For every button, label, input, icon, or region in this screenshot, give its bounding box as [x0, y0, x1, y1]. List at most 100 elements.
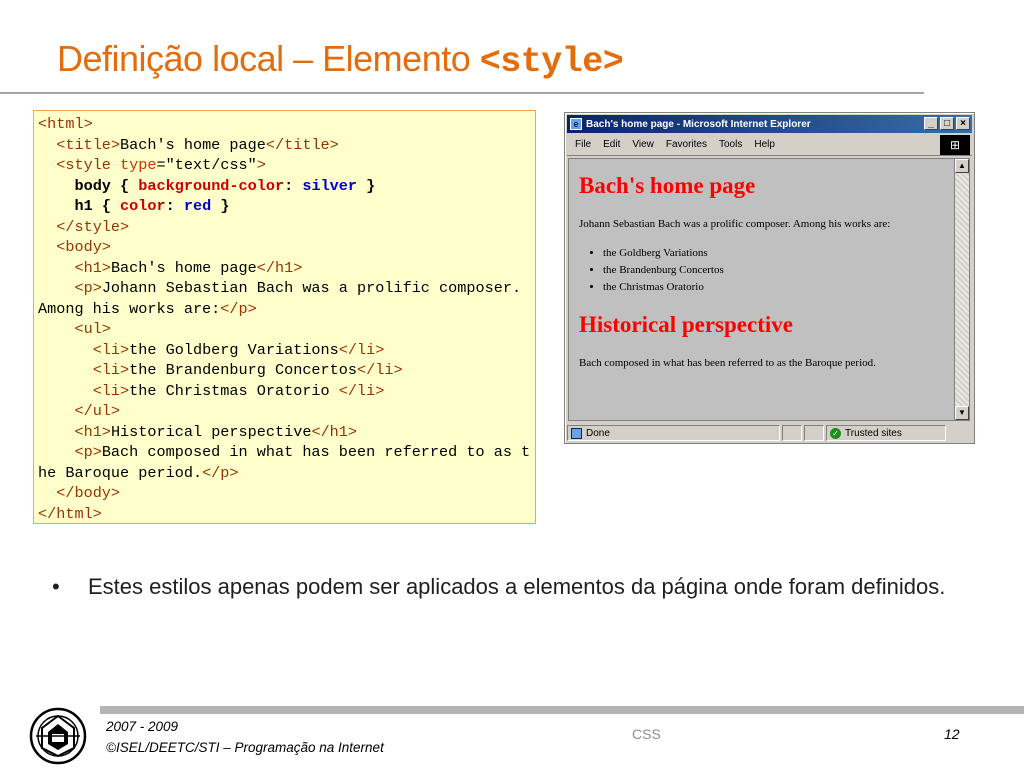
code-listing: <html> <title>Bach's home page</title> <…: [33, 110, 536, 524]
footer-credits: 2007 - 2009 ©ISEL/DEETC/STI – Programaçã…: [106, 716, 384, 758]
menu-favorites[interactable]: Favorites: [660, 139, 713, 150]
page-heading-2: Historical perspective: [579, 312, 793, 337]
works-list: the Goldberg Variations the Brandenburg …: [603, 245, 944, 296]
code-tag: </p>: [220, 299, 257, 318]
code-line: <ul>: [38, 319, 531, 340]
code-line: h1 { color: red }: [74, 197, 230, 215]
code-tag: <p>: [74, 443, 102, 461]
code-text: the Christmas Oratorio: [129, 381, 339, 400]
css-selector: body: [74, 176, 111, 195]
code-tag: </h1>: [311, 422, 358, 441]
code-line: <li>the Christmas Oratorio </li>: [38, 381, 531, 402]
code-line: body { background-color: silver }: [74, 176, 376, 195]
code-text: the Brandenburg Concertos: [129, 361, 358, 379]
menu-help[interactable]: Help: [748, 139, 781, 150]
code-line: </style>: [38, 217, 531, 238]
menu-view[interactable]: View: [626, 139, 660, 150]
code-tag: <li>: [92, 361, 130, 379]
bullet-point: • Estes estilos apenas podem ser aplicad…: [52, 570, 982, 603]
status-zone: ✓ Trusted sites: [826, 425, 946, 441]
code-tag: <h1>: [74, 258, 111, 277]
code-line: </html>: [38, 504, 531, 525]
scroll-down-arrow-icon[interactable]: ▼: [955, 406, 969, 420]
code-line: <h1>Bach's home page</h1>: [38, 258, 531, 279]
slide-title-text: Definição local – Elemento: [57, 38, 480, 79]
vertical-scrollbar[interactable]: ▲ ▼: [954, 158, 970, 421]
browser-page-content: Bach's home page Johann Sebastian Bach w…: [568, 158, 954, 421]
status-done-text: Done: [586, 427, 610, 439]
bullet-marker: •: [52, 574, 60, 599]
menu-tools[interactable]: Tools: [713, 139, 748, 150]
menu-edit[interactable]: Edit: [597, 139, 626, 150]
page-done-icon: [571, 427, 582, 439]
footer-course: ©ISEL/DEETC/STI – Programação na Interne…: [106, 740, 384, 755]
code-text: Bach's home page: [110, 258, 257, 277]
code-tag: <p>: [74, 279, 102, 297]
code-line: <p>Johann Sebastian Bach was a prolific …: [38, 278, 531, 319]
code-tag: <title>: [56, 135, 121, 154]
code-tag: </ul>: [74, 402, 121, 420]
code-tag: <html>: [38, 115, 93, 133]
windows-logo-icon: ⊞: [940, 135, 970, 155]
code-tag: </p>: [202, 463, 239, 482]
code-line: <p>Bach composed in what has been referr…: [38, 442, 531, 483]
code-tag: <ul>: [74, 320, 111, 338]
bullet-text: Estes estilos apenas podem ser aplicados…: [88, 574, 946, 599]
code-tag: </title>: [265, 135, 339, 154]
code-text: Bach's home page: [120, 135, 266, 154]
menu-file[interactable]: File: [567, 139, 597, 150]
code-line: <li>the Goldberg Variations</li>: [38, 340, 531, 361]
maximize-button[interactable]: □: [940, 117, 954, 130]
css-property: color: [120, 197, 166, 215]
title-divider: [0, 92, 924, 94]
code-tag: </li>: [357, 361, 403, 379]
minimize-button[interactable]: _: [924, 117, 938, 130]
code-attribute-value: "text/css": [165, 156, 257, 174]
code-tag: </li>: [338, 381, 385, 400]
page-closing-paragraph: Bach composed in what has been referred …: [579, 357, 876, 369]
css-property: background-color: [138, 176, 285, 195]
code-tag: <body>: [56, 238, 111, 256]
code-text: Bach composed in what has been referred …: [38, 443, 531, 482]
code-tag: </h1>: [256, 258, 303, 277]
code-tag: <li>: [92, 340, 130, 359]
code-tag: <li>: [92, 381, 130, 400]
slide-title-code: <style>: [479, 42, 624, 82]
footer-years: 2007 - 2009: [106, 719, 179, 734]
browser-titlebar: e Bach's home page - Microsoft Internet …: [567, 115, 972, 133]
code-text: Historical perspective: [110, 422, 312, 441]
code-line: <h1>Historical perspective</h1>: [38, 422, 531, 443]
browser-window: e Bach's home page - Microsoft Internet …: [564, 112, 975, 444]
code-attribute: type: [120, 156, 157, 174]
isel-logo-icon: [29, 707, 87, 765]
code-tag: <style: [56, 156, 121, 174]
window-controls: _ □ ×: [924, 117, 970, 130]
footer-topic: CSS: [632, 726, 661, 742]
list-item: the Christmas Oratorio: [603, 279, 944, 296]
status-panel: [804, 425, 824, 441]
code-line: <li>the Brandenburg Concertos</li>: [38, 360, 531, 381]
page-number: 12: [944, 726, 960, 742]
trusted-check-icon: ✓: [830, 427, 841, 439]
page-intro-paragraph: Johann Sebastian Bach was a prolific com…: [579, 218, 891, 230]
code-tag: </body>: [56, 484, 121, 502]
code-tag: </html>: [38, 504, 102, 523]
code-text: Johann Sebastian Bach was a prolific com…: [38, 279, 531, 318]
scroll-up-arrow-icon[interactable]: ▲: [955, 159, 969, 173]
code-tag: <h1>: [74, 422, 111, 441]
status-zone-text: Trusted sites: [845, 427, 902, 439]
list-item: the Goldberg Variations: [603, 245, 944, 262]
code-line: </ul>: [38, 401, 531, 422]
code-tag: </style>: [56, 217, 130, 236]
browser-menubar: File Edit View Favorites Tools Help: [567, 134, 972, 156]
code-line: <body>: [38, 237, 531, 258]
code-text: the Goldberg Variations: [129, 340, 339, 359]
css-value: red: [183, 197, 212, 215]
page-heading-1: Bach's home page: [579, 173, 756, 198]
browser-window-title: Bach's home page - Microsoft Internet Ex…: [586, 118, 811, 130]
code-line: <style type="text/css">: [56, 156, 266, 174]
browser-statusbar: Done ✓ Trusted sites: [567, 424, 972, 442]
slide-title: Definição local – Elemento <style>: [57, 38, 624, 82]
css-value: silver: [302, 176, 358, 195]
close-button[interactable]: ×: [956, 117, 970, 130]
